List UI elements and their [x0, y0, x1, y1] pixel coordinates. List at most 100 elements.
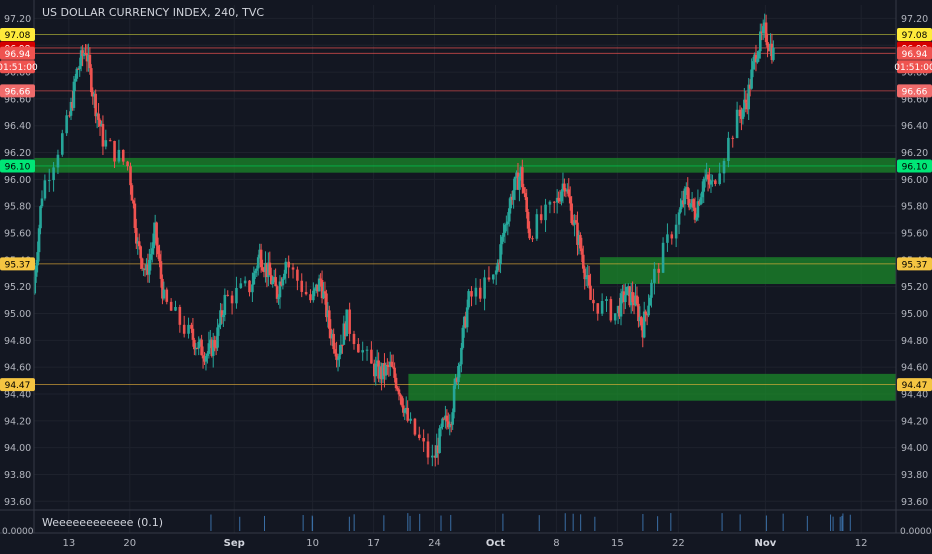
candle-body [60, 133, 64, 155]
candle-body [39, 206, 42, 229]
candle-body [275, 286, 279, 299]
price-label-right: 96.66 [902, 87, 928, 97]
candle-body [557, 197, 560, 201]
price-label-left: 96.66 [5, 87, 31, 97]
candle-body [135, 228, 138, 244]
candlestick-chart[interactable]: 93.60 93.60 93.80 93.80 94.00 94.00 94.20 94.20… [0, 0, 932, 550]
candle-body [422, 437, 425, 442]
candle-body [333, 349, 337, 354]
candle-body [313, 288, 317, 291]
y-tick-label-right: 97.20 [901, 14, 928, 25]
x-tick-label: 17 [367, 538, 380, 549]
candle-body [338, 353, 341, 360]
candle-body [714, 180, 717, 184]
candle-body [133, 203, 137, 229]
price-label-left: 01:51:00 [0, 63, 38, 73]
candle-body [150, 248, 154, 255]
candle-body [757, 51, 761, 59]
candle-body [216, 327, 219, 348]
candle-body [613, 313, 617, 321]
support-resistance-zone [408, 373, 896, 401]
candle-body [182, 324, 186, 334]
candle-body [406, 407, 409, 421]
candle-body [526, 211, 530, 229]
candle-body [735, 109, 739, 139]
candle-body [512, 190, 515, 200]
candle-body [711, 180, 714, 182]
candle-body [178, 306, 182, 325]
candle-body [390, 361, 394, 367]
candle-body [339, 344, 343, 354]
candle-body [117, 149, 121, 162]
candle-body [505, 224, 508, 226]
candle-body [230, 295, 234, 304]
y-tick-label-right: 94.20 [901, 416, 928, 427]
candle-body [399, 394, 402, 397]
candle-body [148, 259, 151, 275]
x-tick-label: 20 [123, 538, 136, 549]
x-tick-label: 8 [553, 538, 559, 549]
x-tick-label: Nov [755, 538, 777, 549]
candle-body [137, 241, 141, 247]
candle-body [65, 115, 68, 134]
candle-body [121, 149, 125, 162]
candle-body [259, 249, 263, 268]
candle-body [657, 268, 661, 273]
candle-body [34, 265, 38, 277]
y-tick-label-right: 93.60 [901, 497, 928, 508]
candle-body [631, 292, 634, 303]
candle-body [357, 344, 360, 353]
candle-body [56, 154, 60, 168]
x-tick-label: 10 [306, 538, 319, 549]
candle-body [689, 203, 692, 208]
price-label-left: 96.10 [5, 162, 31, 172]
y-tick-label-right: 96.20 [901, 148, 928, 159]
y-tick-label-left: 97.20 [4, 14, 31, 25]
candle-body [609, 299, 613, 321]
candle-body [642, 311, 646, 338]
candle-body [223, 294, 227, 315]
candle-body [589, 285, 592, 300]
x-tick-label: 22 [672, 538, 685, 549]
candle-body [460, 347, 463, 365]
price-label-right: 96.10 [902, 162, 928, 172]
candle-body [274, 277, 277, 287]
candle-body [441, 418, 444, 427]
candle-body [587, 275, 591, 286]
candle-body [158, 254, 161, 262]
candle-body [452, 385, 456, 413]
y-tick-label-left: 96.20 [4, 148, 31, 159]
price-label-left: 97.08 [5, 31, 31, 41]
y-tick-label-left: 95.80 [4, 202, 31, 213]
x-tick-label: 15 [611, 538, 624, 549]
indicator-label[interactable]: Weeeeeeeeeeee (0.1) [42, 516, 163, 529]
candle-body [666, 234, 669, 243]
candle-body [271, 280, 275, 285]
price-label-left: 94.47 [5, 381, 31, 391]
candle-body [287, 261, 290, 268]
candle-body [580, 248, 584, 255]
candle-body [756, 58, 759, 63]
candle-body [535, 214, 539, 239]
candle-body [648, 297, 652, 306]
candle-body [394, 377, 398, 389]
y-tick-label-right: 93.80 [901, 470, 928, 481]
candle-body [457, 365, 460, 382]
candle-body [104, 140, 108, 147]
candle-body [309, 294, 312, 301]
y-tick-label-right: 95.80 [901, 202, 928, 213]
candle-body [686, 187, 690, 200]
candle-body [200, 339, 203, 356]
candle-body [695, 217, 698, 220]
candle-body [400, 396, 404, 406]
candle-body [574, 220, 578, 223]
candle-body [692, 199, 695, 208]
candle-body [700, 191, 704, 198]
candle-body [190, 324, 193, 329]
candle-body [679, 207, 682, 213]
x-tick-label: Sep [224, 538, 245, 549]
y-tick-label-right: 96.40 [901, 121, 928, 132]
candle-body [317, 278, 321, 292]
x-tick-label: 24 [428, 538, 441, 549]
candle-body [506, 221, 510, 225]
